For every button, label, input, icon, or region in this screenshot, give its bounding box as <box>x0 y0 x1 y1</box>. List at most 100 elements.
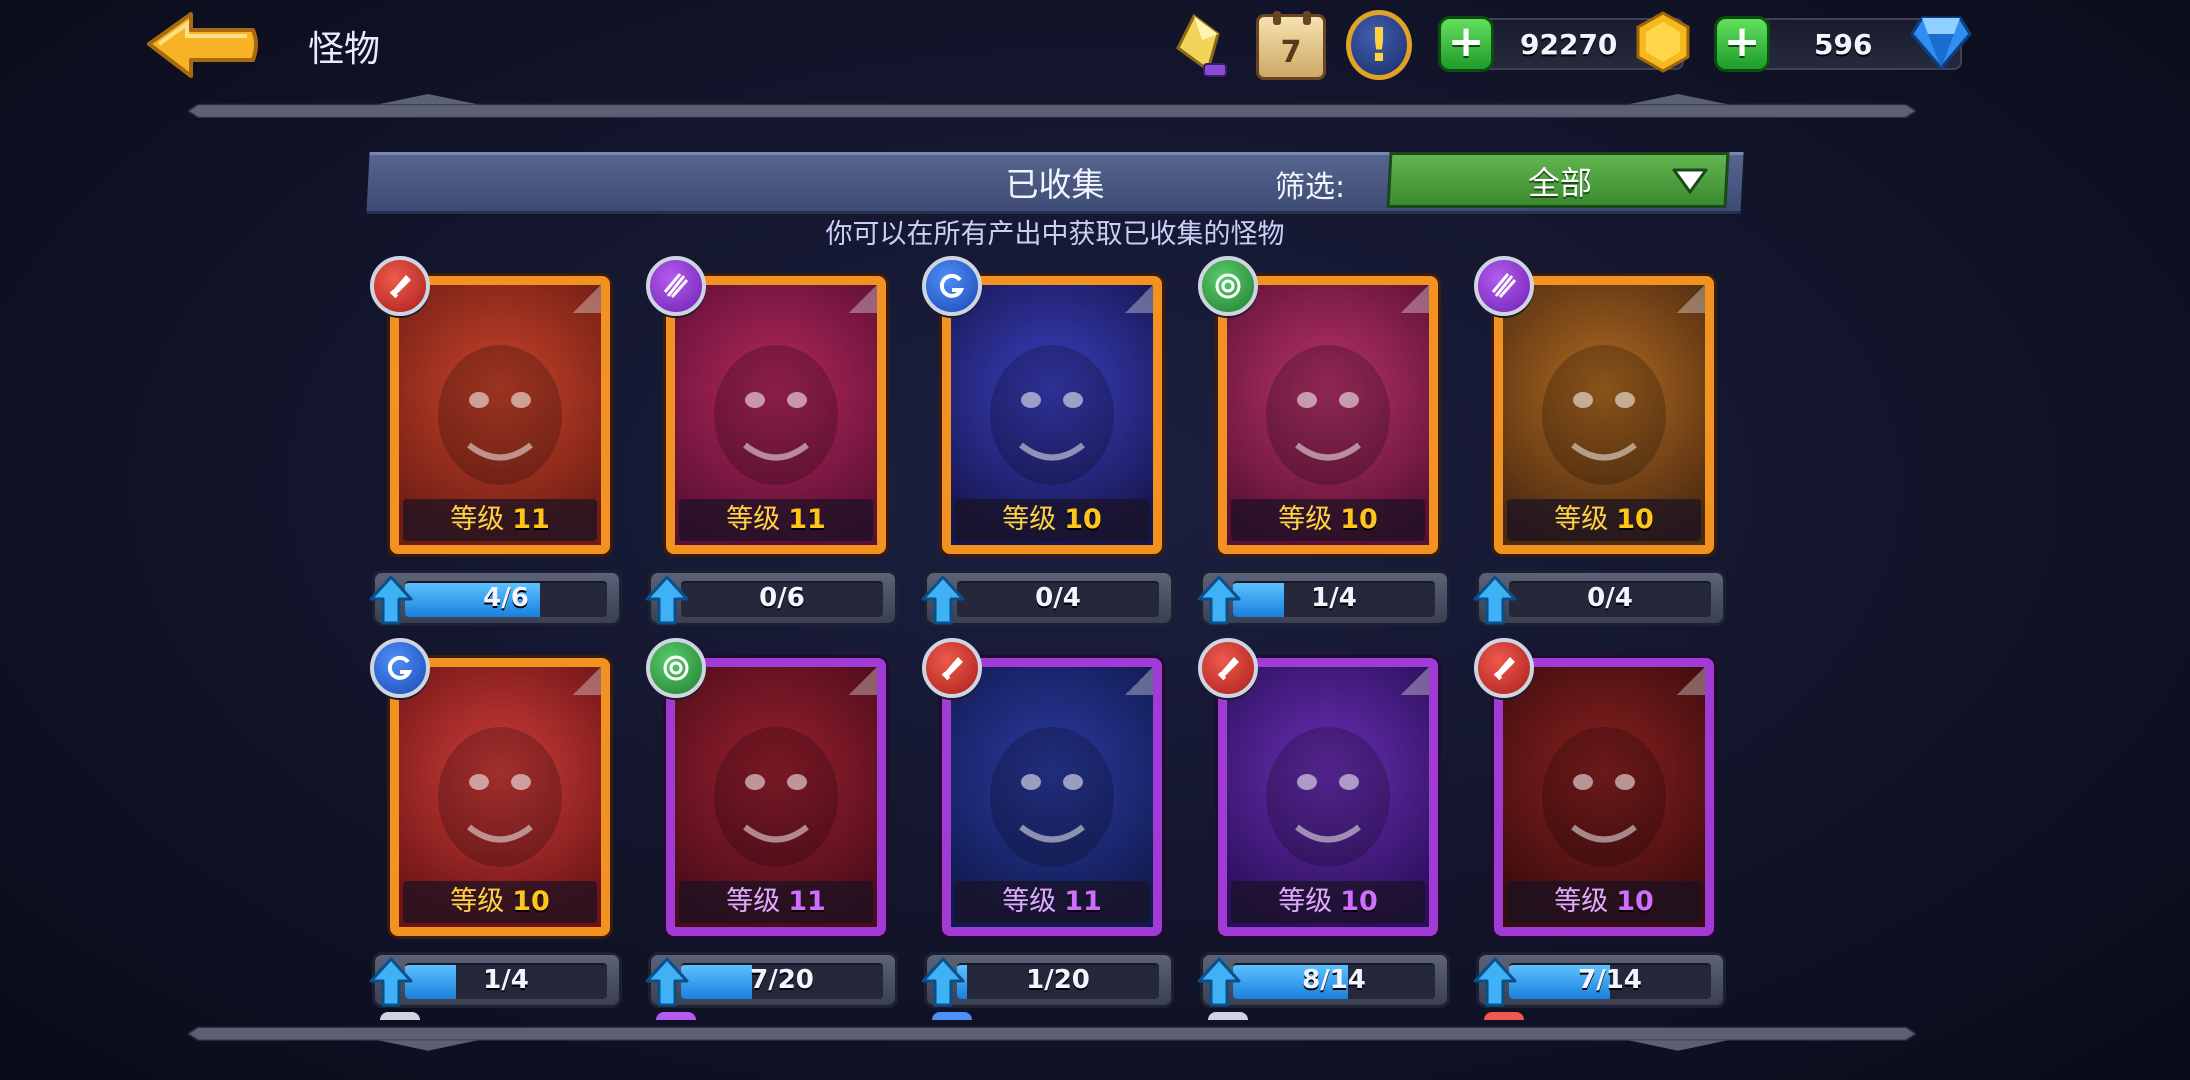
level-strip: 等级 10 <box>1507 881 1701 923</box>
card-corner <box>1677 285 1705 313</box>
calendar-icon[interactable]: 7 <box>1256 11 1326 80</box>
magic-class-icon <box>922 256 982 316</box>
card-corner <box>1401 667 1429 695</box>
level-label: 等级 <box>1278 504 1333 535</box>
card-count: 0/4 <box>1587 583 1633 613</box>
level-value: 10 <box>1616 504 1654 535</box>
level-strip: 等级 11 <box>679 881 873 923</box>
card-frame: 等级 10 <box>1494 276 1714 554</box>
crystal-trophy-icon[interactable] <box>1164 10 1236 82</box>
monster-card[interactable]: 等级 11 7/20 <box>645 638 902 1018</box>
upgrade-arrow-icon <box>1473 957 1517 1007</box>
claw-class-icon <box>1474 256 1534 316</box>
monster-card[interactable]: 等级 11 1/20 <box>921 638 1178 1018</box>
level-value: 11 <box>512 504 550 535</box>
upgrade-arrow-icon <box>645 957 689 1007</box>
level-value: 11 <box>788 886 826 917</box>
level-label: 等级 <box>1002 886 1057 917</box>
level-value: 10 <box>1340 886 1378 917</box>
card-frame: 等级 11 <box>390 276 610 554</box>
card-count: 7/20 <box>750 965 814 995</box>
card-count: 1/20 <box>1026 965 1090 995</box>
sword-class-icon <box>1474 638 1534 698</box>
monster-card[interactable]: 等级 10 0/4 <box>1473 256 1730 636</box>
card-count: 0/4 <box>1035 583 1081 613</box>
gold-coin-icon <box>1636 11 1690 73</box>
card-count: 8/14 <box>1302 965 1366 995</box>
calendar-day: 7 <box>1280 35 1302 70</box>
card-corner <box>573 667 601 695</box>
upgrade-arrow-icon <box>369 575 413 625</box>
level-value: 10 <box>1616 886 1654 917</box>
filter-selected-value[interactable]: 全部 <box>1510 158 1610 204</box>
card-progress-bar: 7/20 <box>645 952 898 1008</box>
level-label: 等级 <box>450 886 505 917</box>
upgrade-arrow-icon <box>1197 957 1241 1007</box>
card-frame: 等级 10 <box>1494 658 1714 936</box>
card-corner <box>849 667 877 695</box>
back-arrow-icon[interactable] <box>145 10 260 80</box>
dropdown-arrow-icon[interactable] <box>1670 166 1710 196</box>
level-strip: 等级 11 <box>955 881 1149 923</box>
card-frame: 等级 11 <box>942 658 1162 936</box>
card-progress-bar: 0/4 <box>921 570 1174 626</box>
level-value: 10 <box>1064 504 1102 535</box>
alert-icon[interactable]: ! <box>1346 10 1412 80</box>
level-value: 10 <box>1340 504 1378 535</box>
bottom-divider <box>188 1026 1916 1051</box>
card-frame: 等级 11 <box>666 658 886 936</box>
top-divider <box>188 94 1916 119</box>
card-frame: 等级 11 <box>666 276 886 554</box>
next-row-peek <box>380 1012 1740 1020</box>
level-strip: 等级 10 <box>1507 499 1701 541</box>
monster-card[interactable]: 等级 10 1/4 <box>369 638 626 1018</box>
level-strip: 等级 10 <box>1231 499 1425 541</box>
level-strip: 等级 10 <box>403 881 597 923</box>
card-frame: 等级 10 <box>1218 658 1438 936</box>
collected-tab-label: 已收集 <box>1005 165 1105 204</box>
card-progress-bar: 1/4 <box>1197 570 1450 626</box>
monster-card[interactable]: 等级 10 1/4 <box>1197 256 1454 636</box>
level-label: 等级 <box>726 886 781 917</box>
monster-card[interactable]: 等级 10 7/14 <box>1473 638 1730 1018</box>
card-progress-bar: 4/6 <box>369 570 622 626</box>
card-frame: 等级 10 <box>390 658 610 936</box>
add-coins-button[interactable]: + <box>1438 16 1494 72</box>
level-strip: 等级 10 <box>955 499 1149 541</box>
monster-card[interactable]: 等级 10 8/14 <box>1197 638 1454 1018</box>
card-progress-bar: 1/20 <box>921 952 1174 1008</box>
card-frame: 等级 10 <box>942 276 1162 554</box>
monster-card[interactable]: 等级 10 0/4 <box>921 256 1178 636</box>
card-corner <box>573 285 601 313</box>
card-corner <box>849 285 877 313</box>
card-progress-bar: 0/4 <box>1473 570 1726 626</box>
level-value: 11 <box>1064 886 1102 917</box>
sword-class-icon <box>370 256 430 316</box>
level-label: 等级 <box>1278 886 1333 917</box>
page-title: 怪物 <box>308 29 381 70</box>
card-frame: 等级 10 <box>1218 276 1438 554</box>
level-strip: 等级 11 <box>679 499 873 541</box>
monster-card[interactable]: 等级 11 0/6 <box>645 256 902 636</box>
upgrade-arrow-icon <box>369 957 413 1007</box>
level-label: 等级 <box>450 504 505 535</box>
add-gems-button[interactable]: + <box>1714 16 1770 72</box>
blue-gem-icon <box>1910 16 1972 71</box>
upgrade-arrow-icon <box>1197 575 1241 625</box>
claw-class-icon <box>646 256 706 316</box>
upgrade-arrow-icon <box>921 957 965 1007</box>
level-label: 等级 <box>1554 504 1609 535</box>
monster-card[interactable]: 等级 11 4/6 <box>369 256 626 636</box>
gem-amount: 596 <box>1814 28 1873 61</box>
filter-label: 筛选: <box>1275 170 1346 205</box>
sword-class-icon <box>1198 638 1258 698</box>
level-label: 等级 <box>1554 886 1609 917</box>
upgrade-arrow-icon <box>645 575 689 625</box>
sword-class-icon <box>922 638 982 698</box>
alert-mark: ! <box>1368 18 1390 72</box>
card-count: 4/6 <box>483 583 529 613</box>
level-value: 10 <box>512 886 550 917</box>
collection-hint: 你可以在所有产出中获取已收集的怪物 <box>825 219 1285 250</box>
level-strip: 等级 10 <box>1231 881 1425 923</box>
target-class-icon <box>646 638 706 698</box>
